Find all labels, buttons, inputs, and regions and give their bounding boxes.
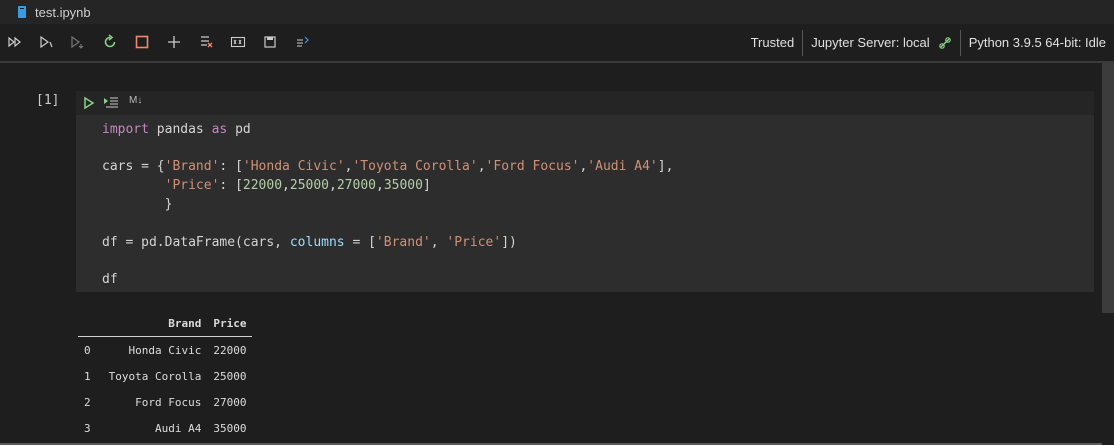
table-row: 1 Toyota Corolla 25000 (78, 363, 252, 389)
table-cell: 22000 (213, 343, 247, 357)
jupyter-server-status[interactable]: Jupyter Server: local (803, 30, 960, 56)
table-row: 3 Audi A4 35000 (78, 415, 252, 441)
cell-output: Brand Price 0 Honda Civic 22000 1 Toyota… (78, 316, 253, 441)
cell-type-toggle[interactable]: M↓ (129, 95, 142, 106)
code-line: } (102, 197, 173, 212)
row-index: 3 (84, 421, 91, 435)
add-cell-icon[interactable] (166, 34, 182, 50)
vertical-scrollbar[interactable] (1102, 63, 1114, 445)
table-cell: 27000 (213, 395, 247, 409)
variables-icon[interactable] (230, 34, 246, 50)
tab-title[interactable]: test.ipynb (35, 5, 91, 20)
notebook-file-icon (18, 6, 26, 18)
status-area: Trusted Jupyter Server: local Python 3.9… (743, 24, 1114, 61)
restart-icon[interactable] (102, 34, 118, 50)
save-icon[interactable] (262, 34, 278, 50)
row-index: 2 (84, 395, 91, 409)
interrupt-icon[interactable] (134, 34, 150, 50)
tab-bar: test.ipynb (0, 0, 1114, 24)
code-editor[interactable]: import pandas as pd cars = {'Brand': ['H… (76, 115, 1094, 292)
notebook-area: [1] M↓ import pandas as pd cars = {'Bran… (0, 63, 1102, 445)
table-cell: Toyota Corolla (108, 369, 202, 383)
table-cell: Honda Civic (128, 343, 202, 357)
run-above-icon[interactable] (38, 34, 54, 50)
code-line: df (102, 272, 118, 287)
column-header: Price (213, 316, 247, 330)
table-header-row: Brand Price (78, 316, 253, 337)
cell-toolbar: M↓ (76, 91, 1094, 115)
table-cell: Audi A4 (154, 421, 202, 435)
row-index: 0 (84, 343, 91, 357)
code-line: 'Price': [22000,25000,27000,35000] (164, 178, 431, 193)
dataframe-table: Brand Price 0 Honda Civic 22000 1 Toyota… (78, 316, 253, 441)
code-line: import pandas as pd (102, 122, 251, 137)
table-cell: Ford Focus (135, 395, 202, 409)
trusted-status[interactable]: Trusted (743, 30, 803, 56)
jupyter-server-label: Jupyter Server: local (811, 35, 930, 50)
table-row: 0 Honda Civic 22000 (78, 337, 252, 364)
row-index: 1 (84, 369, 91, 383)
run-all-icon[interactable] (7, 34, 23, 50)
execution-count: [1] (36, 93, 60, 108)
table-cell: 25000 (213, 369, 247, 383)
connected-icon (938, 36, 951, 49)
table-cell: 35000 (213, 421, 247, 435)
run-cell-icon[interactable] (83, 96, 95, 113)
run-by-line-icon[interactable] (103, 96, 119, 113)
export-icon[interactable] (294, 34, 310, 50)
run-below-icon[interactable] (69, 34, 85, 50)
code-line: cars = {'Brand': ['Honda Civic','Toyota … (102, 159, 674, 174)
index-header (78, 316, 103, 337)
kernel-status[interactable]: Python 3.9.5 64-bit: Idle (961, 30, 1114, 56)
table-row: 2 Ford Focus 27000 (78, 389, 252, 415)
notebook-toolbar: Trusted Jupyter Server: local Python 3.9… (0, 24, 1114, 63)
column-header: Brand (168, 316, 202, 330)
clear-outputs-icon[interactable] (198, 34, 214, 50)
code-line: df = pd.DataFrame(cars, columns = ['Bran… (102, 235, 517, 250)
scrollbar-thumb[interactable] (1102, 63, 1114, 313)
